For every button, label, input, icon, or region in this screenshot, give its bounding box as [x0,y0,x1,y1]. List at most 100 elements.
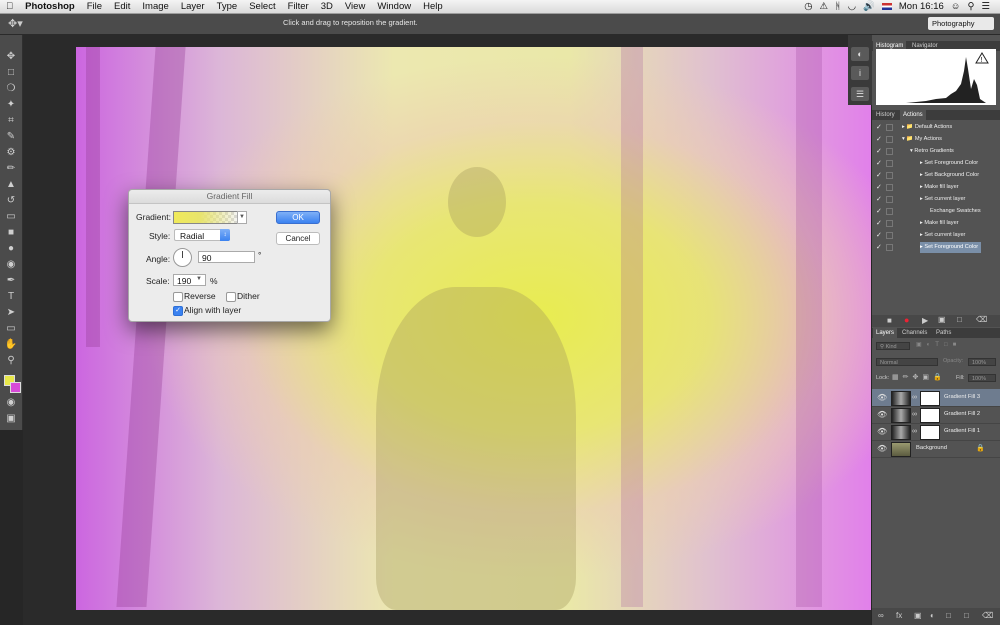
adjustments-icon[interactable]: ◐ [851,47,869,61]
menu-select[interactable]: Select [243,1,281,12]
stamp-tool-icon[interactable]: ▲ [4,179,18,191]
layer-filter-kind[interactable]: ⚲ Kind [876,342,910,350]
apple-menu-icon[interactable]:  [0,1,19,12]
blend-mode-select[interactable]: Normal [876,358,938,366]
mask-thumbnail[interactable] [920,408,940,423]
visibility-eye-icon[interactable]: 👁 [877,406,887,423]
visibility-eye-icon[interactable]: 👁 [877,389,887,406]
path-select-tool-icon[interactable]: ➤ [4,307,18,319]
marquee-tool-icon[interactable]: □ [4,67,18,79]
eyedropper-tool-icon[interactable]: ✎ [4,131,18,143]
link-layers-icon[interactable]: ∞ [878,611,884,620]
menu-view[interactable]: View [339,1,371,12]
menu-edit[interactable]: Edit [108,1,136,12]
gradient-tool-icon[interactable]: ■ [4,227,18,239]
quick-select-tool-icon[interactable]: ✦ [4,99,18,111]
bluetooth-icon[interactable]: ᚻ [835,1,841,12]
alert-icon[interactable]: ⚠ [820,1,829,12]
history-brush-tool-icon[interactable]: ↺ [4,195,18,207]
workspace-select[interactable]: Photography [928,17,994,30]
menu-filter[interactable]: Filter [282,1,315,12]
action-item[interactable]: ✓ ▸ 📁 Default Actions [872,122,1000,133]
fx-icon[interactable]: fx [896,611,902,620]
delete-layer-icon[interactable]: ⌫ [982,611,993,620]
play-icon[interactable]: ▶ [922,316,928,325]
action-item[interactable]: ✓ ▾ 📁 My Actions [872,134,1000,145]
action-item[interactable]: ✓ ▸ Make fill layer [872,182,1000,193]
dither-checkbox[interactable] [226,292,236,302]
group-icon[interactable]: □ [946,611,951,620]
tab-channels[interactable]: Channels [899,328,930,338]
cancel-button[interactable]: Cancel [276,232,320,245]
menu-help[interactable]: Help [417,1,449,12]
menu-image[interactable]: Image [136,1,174,12]
menu-file[interactable]: File [81,1,108,12]
gradient-picker-dropdown[interactable]: ▼ [237,211,247,224]
shape-tool-icon[interactable]: ▭ [4,323,18,335]
tab-paths[interactable]: Paths [933,328,954,338]
action-item[interactable]: ✓ Exchange Swatches [872,206,1000,217]
layer-name[interactable]: Gradient Fill 1 [944,423,980,440]
spotlight-icon[interactable]: ⚲ [968,1,975,12]
action-item[interactable]: ✓ ▸ Set current layer [872,194,1000,205]
tab-history[interactable]: History [873,110,898,120]
layer-row-background[interactable]: 👁 Background 🔒 [872,440,1000,458]
menu-window[interactable]: Window [371,1,417,12]
visibility-eye-icon[interactable]: 👁 [877,423,887,440]
adjustment-layer-icon[interactable]: ◐ [930,611,935,620]
tab-layers[interactable]: Layers [873,328,898,338]
action-item[interactable]: ✓ ▾ Retro Gradients [872,146,1000,157]
brush-tool-icon[interactable]: ✏ [4,163,18,175]
properties-icon[interactable]: ☰ [851,87,869,101]
time-machine-icon[interactable]: ◷ [804,1,812,12]
add-mask-icon[interactable]: ▣ [914,611,922,620]
app-menu[interactable]: Photoshop [19,1,81,12]
layer-name[interactable]: Gradient Fill 2 [944,406,980,423]
clock[interactable]: Mon 16:16 [899,1,944,12]
new-layer-icon[interactable]: □ [964,611,969,620]
tab-actions[interactable]: Actions [900,110,926,120]
layer-row[interactable]: 👁 ∞ Gradient Fill 1 [872,423,1000,441]
notification-icon[interactable]: ☰ [981,1,990,12]
menu-type[interactable]: Type [211,1,244,12]
angle-input[interactable]: 90 [198,251,255,263]
type-tool-icon[interactable]: T [4,291,18,303]
hand-tool-icon[interactable]: ✋ [4,339,18,351]
layer-filter-icons[interactable]: ▣◐T□■ [916,341,961,348]
layer-name[interactable]: Gradient Fill 3 [944,389,980,406]
gradient-swatch[interactable] [173,211,239,224]
action-item-selected[interactable]: ✓ ▸ Set Foreground Color [872,242,1000,253]
quick-mask-icon[interactable]: ◉ [4,397,18,409]
crop-tool-icon[interactable]: ⌗ [4,115,18,127]
move-tool-preset-icon[interactable]: ✥▾ [8,17,36,31]
fill-input[interactable]: 100% [968,374,996,382]
new-set-icon[interactable]: ▣ [938,315,946,324]
pen-tool-icon[interactable]: ✒ [4,275,18,287]
document-image[interactable] [76,47,871,610]
action-item[interactable]: ✓ ▸ Set current layer [872,230,1000,241]
zoom-tool-icon[interactable]: ⚲ [4,355,18,367]
layer-row-selected[interactable]: 👁 ∞ Gradient Fill 3 [872,389,1000,407]
menu-layer[interactable]: Layer [175,1,211,12]
scale-dropdown-icon[interactable]: ▼ [196,276,202,282]
flag-icon[interactable] [881,3,892,10]
style-select-arrow-icon[interactable]: ↕ [220,229,230,241]
layer-name[interactable]: Background [916,440,947,457]
new-action-icon[interactable]: □ [957,315,962,324]
align-with-layer-checkbox[interactable]: ✓ [173,306,183,316]
visibility-eye-icon[interactable]: 👁 [877,440,887,457]
layer-row[interactable]: 👁 ∞ Gradient Fill 2 [872,406,1000,424]
screen-mode-icon[interactable]: ▣ [4,413,18,425]
delete-action-icon[interactable]: ⌫ [976,315,987,324]
lock-icons[interactable]: ▦✏✥▣🔒 [892,373,946,381]
info-icon[interactable]: i [851,66,869,80]
lasso-tool-icon[interactable]: ❍ [4,83,18,95]
wifi-icon[interactable]: ◡ [848,1,856,12]
action-item[interactable]: ✓ ▸ Make fill layer [872,218,1000,229]
reverse-checkbox[interactable] [173,292,183,302]
angle-dial[interactable] [173,248,192,267]
opacity-input[interactable]: 100% [968,358,996,366]
user-icon[interactable]: ☺ [951,1,961,12]
volume-icon[interactable]: 🔊 [863,1,875,12]
stop-icon[interactable]: ■ [887,316,892,325]
